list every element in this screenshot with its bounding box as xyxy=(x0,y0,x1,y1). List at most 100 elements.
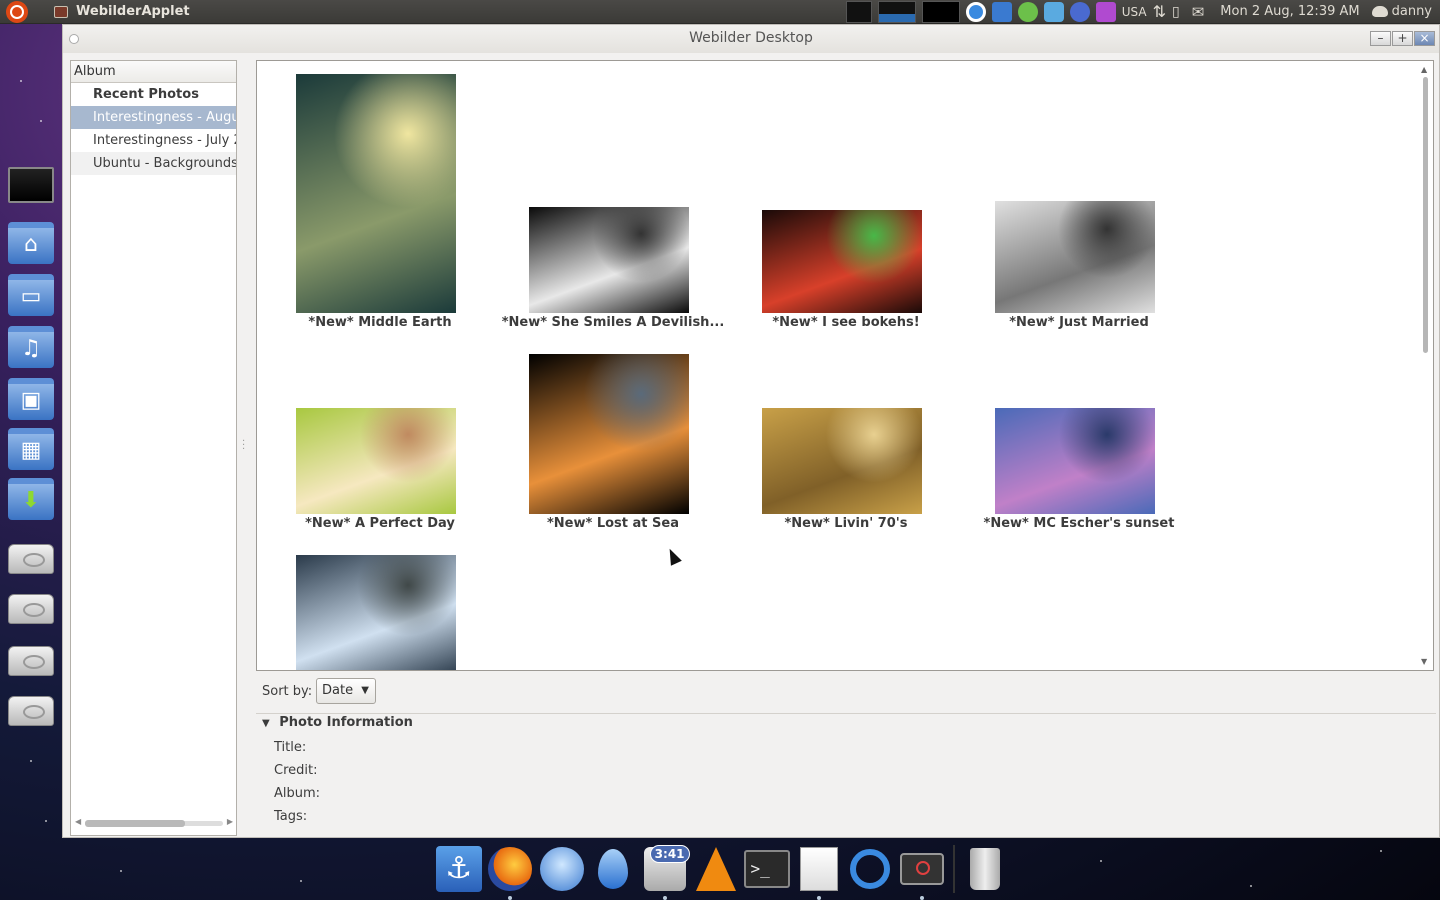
drive-icon[interactable] xyxy=(8,544,54,574)
sort-by-value: Date xyxy=(322,683,354,698)
system-tray: USA ⇅ ▯ ✉ Mon 2 Aug, 12:39 AM danny xyxy=(845,0,1440,24)
camera-icon[interactable] xyxy=(897,844,946,900)
album-item-recent-photos[interactable]: Recent Photos xyxy=(71,83,236,106)
shield-icon[interactable] xyxy=(1069,1,1090,22)
downloads-folder-icon[interactable]: ⬇ xyxy=(8,478,54,520)
photo-thumbnail[interactable] xyxy=(296,408,456,514)
scrollbar-thumb[interactable] xyxy=(85,820,185,827)
album-horizontal-scrollbar[interactable]: ◀ ▶ xyxy=(75,817,233,829)
window-titlebar[interactable]: Webilder Desktop – + × xyxy=(63,25,1439,53)
maximize-button[interactable]: + xyxy=(1392,31,1413,46)
photo-thumbnail[interactable] xyxy=(762,210,922,313)
photo-caption: *New* A Perfect Day xyxy=(305,516,455,531)
user-menu[interactable]: danny xyxy=(1371,4,1432,19)
window-menu-icon[interactable] xyxy=(69,34,79,44)
album-item-ubuntu-backgrounds[interactable]: Ubuntu - Backgrounds xyxy=(71,152,236,175)
webilder-app-icon xyxy=(54,5,68,18)
tags-label: Tags: xyxy=(274,809,308,824)
photo-caption: *New* Just Married xyxy=(1009,315,1149,330)
album-label: Album: xyxy=(274,786,321,801)
sync-tray-icon[interactable] xyxy=(991,1,1012,22)
window-title: Webilder Desktop xyxy=(689,30,813,46)
green-status-icon[interactable] xyxy=(1017,1,1038,22)
anchor-icon[interactable]: ⚓ xyxy=(434,844,483,894)
photo-information-expander[interactable]: ▼ Photo Information xyxy=(262,715,413,730)
photo-thumbnail[interactable] xyxy=(296,555,456,670)
active-app-menu[interactable]: WebilderApplet xyxy=(54,4,190,19)
documents-folder-icon[interactable]: ▭ xyxy=(8,274,54,316)
user-name: danny xyxy=(1391,4,1432,19)
cpu-graph-icon[interactable] xyxy=(877,0,916,23)
scrollbar-thumb[interactable] xyxy=(1423,77,1428,353)
clock[interactable]: Mon 2 Aug, 12:39 AM xyxy=(1220,4,1359,19)
firefox-icon[interactable] xyxy=(485,844,534,900)
videos-folder-icon[interactable]: ▦ xyxy=(8,428,54,470)
keyboard-layout-indicator[interactable]: USA xyxy=(1122,5,1147,19)
photo-caption: *New* Lost at Sea xyxy=(547,516,679,531)
dock-separator xyxy=(952,845,955,893)
terminal-icon[interactable]: >_ xyxy=(743,844,792,894)
scroll-down-icon[interactable]: ▼ xyxy=(1421,657,1427,666)
album-item-interestingness-july[interactable]: Interestingness - July 20 xyxy=(71,129,236,152)
photo-grid-vertical-scrollbar[interactable]: ▲ ▼ xyxy=(1420,65,1430,666)
close-button[interactable]: × xyxy=(1414,31,1435,46)
running-indicator xyxy=(508,896,513,900)
photo-thumbnail[interactable] xyxy=(995,201,1155,313)
pane-splitter-handle[interactable]: · · · xyxy=(242,437,245,455)
title-label: Title: xyxy=(274,740,307,755)
trash-icon[interactable] xyxy=(961,844,1010,894)
photo-thumbnail[interactable] xyxy=(529,207,689,313)
clock-icon[interactable]: 3:41 xyxy=(640,844,690,900)
divider xyxy=(256,713,1436,714)
home-folder-icon[interactable]: ⌂ xyxy=(8,222,54,264)
photo-grid[interactable]: *New* Middle Earth *New* She Smiles A De… xyxy=(256,60,1434,671)
photo-caption: *New* I see bokehs! xyxy=(772,315,920,330)
sort-by-label: Sort by: xyxy=(262,684,313,699)
network-arrows-icon[interactable]: ⇅ xyxy=(1153,2,1166,21)
music-folder-icon[interactable]: ♫ xyxy=(8,326,54,368)
running-indicator xyxy=(662,896,667,900)
photo-thumbnail[interactable] xyxy=(529,354,689,514)
mail-icon[interactable]: ✉ xyxy=(1192,3,1205,21)
system-monitor-icon[interactable] xyxy=(845,0,872,23)
chevron-down-icon: ▼ xyxy=(361,685,369,696)
scroll-right-icon[interactable]: ▶ xyxy=(227,817,233,826)
thunderbird-icon[interactable] xyxy=(537,844,586,894)
gear-icon[interactable] xyxy=(1095,1,1116,22)
battery-icon[interactable]: ▯ xyxy=(1172,4,1180,20)
scroll-left-icon[interactable]: ◀ xyxy=(75,817,81,826)
drive-icon[interactable] xyxy=(8,696,54,726)
drive-icon[interactable] xyxy=(8,646,54,676)
left-launcher: ⌂ ▭ ♫ ▣ ▦ ⬇ xyxy=(0,24,62,740)
webilder-window: Webilder Desktop – + × Album Recent Phot… xyxy=(62,24,1440,838)
photo-thumbnail[interactable] xyxy=(762,408,922,514)
text-editor-icon[interactable] xyxy=(794,844,843,900)
photo-thumbnail[interactable] xyxy=(296,74,456,313)
vlc-icon[interactable] xyxy=(691,844,740,894)
top-panel: WebilderApplet USA ⇅ ▯ ✉ Mon 2 Aug, 12:3… xyxy=(0,0,1440,24)
album-list[interactable]: Album Recent Photos Interestingness - Au… xyxy=(70,60,237,836)
scroll-up-icon[interactable]: ▲ xyxy=(1421,65,1427,74)
photo-thumbnail[interactable] xyxy=(995,408,1155,514)
drive-icon[interactable] xyxy=(8,594,54,624)
photo-caption: *New* MC Escher's sunset xyxy=(983,516,1175,531)
album-column-header[interactable]: Album xyxy=(71,61,236,83)
minimize-button[interactable]: – xyxy=(1370,31,1391,46)
photo-caption: *New* She Smiles A Devilish... xyxy=(501,315,725,330)
pictures-folder-icon[interactable]: ▣ xyxy=(8,378,54,420)
window-controls: – + × xyxy=(1370,31,1435,46)
clock-badge: 3:41 xyxy=(649,845,690,863)
sync-icon[interactable] xyxy=(846,844,895,894)
network-graph-icon[interactable] xyxy=(921,0,960,23)
dropbox-icon[interactable] xyxy=(1043,1,1064,22)
webilder-tray-icon[interactable] xyxy=(965,1,986,22)
drop-icon[interactable] xyxy=(588,844,637,894)
active-app-title: WebilderApplet xyxy=(76,4,190,19)
computer-icon[interactable] xyxy=(8,167,54,203)
sort-by-select[interactable]: Date ▼ xyxy=(316,678,376,704)
photo-information-heading: Photo Information xyxy=(279,715,413,730)
running-indicator xyxy=(817,896,822,900)
ubuntu-logo-icon[interactable] xyxy=(6,0,28,23)
album-item-interestingness-august[interactable]: Interestingness - August xyxy=(71,106,236,129)
running-indicator xyxy=(920,896,925,900)
